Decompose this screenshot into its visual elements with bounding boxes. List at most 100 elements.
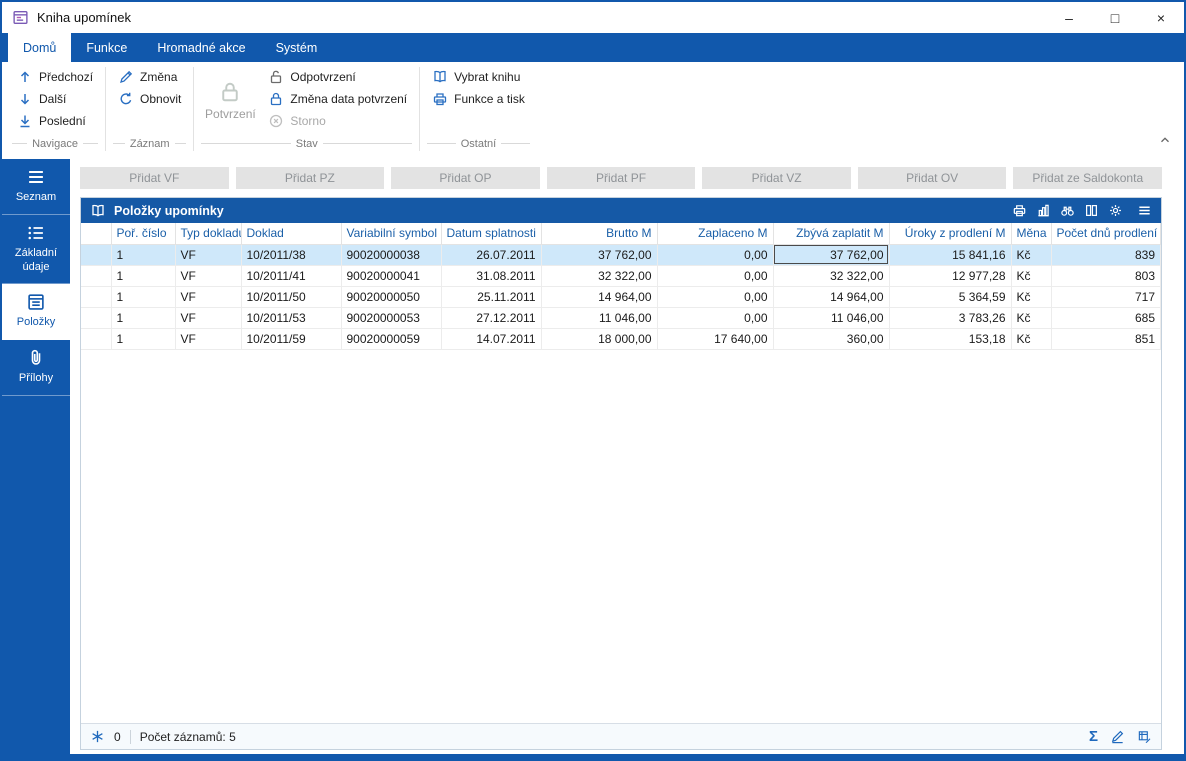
table-cell[interactable]: 18 000,00 [541, 328, 658, 350]
table-row[interactable]: 1 VF 10/2011/53 90020000053 27.12.2011 11 046… [81, 307, 1161, 329]
binoculars-icon[interactable] [1060, 203, 1075, 218]
table-cell[interactable]: 90020000041 [341, 265, 442, 287]
row-selector[interactable] [81, 286, 112, 308]
add-button[interactable]: Přidat OV [857, 167, 1007, 189]
add-button[interactable]: Přidat OP [391, 167, 540, 189]
tab-hromadne-akce[interactable]: Hromadné akce [142, 33, 260, 62]
table-cell[interactable]: 10/2011/41 [241, 265, 342, 287]
table-cell[interactable]: 25.11.2011 [441, 286, 542, 308]
table-cell[interactable]: 32 322,00 [773, 265, 890, 287]
table-cell[interactable]: Kč [1011, 307, 1052, 329]
table-cell[interactable]: 0,00 [657, 244, 774, 266]
table-cell[interactable]: 153,18 [889, 328, 1012, 350]
table-cell[interactable]: VF [175, 286, 242, 308]
table-cell[interactable]: VF [175, 328, 242, 350]
change-confirm-date-button[interactable]: Změna data potvrzení [261, 88, 414, 110]
row-selector[interactable] [81, 244, 112, 266]
row-selector[interactable] [81, 328, 112, 350]
column-header[interactable]: Variabilní symbol [341, 223, 442, 245]
column-header[interactable]: Měna [1011, 223, 1052, 245]
settings-icon[interactable] [1108, 203, 1123, 218]
table-cell[interactable]: 10/2011/59 [241, 328, 342, 350]
table-cell[interactable]: 0,00 [657, 265, 774, 287]
table-cell[interactable]: 0,00 [657, 307, 774, 329]
sidebar-item-polozky[interactable]: Položky [2, 284, 70, 340]
table-row[interactable]: 1 VF 10/2011/59 90020000059 14.07.2011 18 000… [81, 328, 1161, 350]
column-header[interactable]: Zbývá zaplatit M [773, 223, 890, 245]
table-cell[interactable]: 5 364,59 [889, 286, 1012, 308]
add-button[interactable]: Přidat PF [546, 167, 696, 189]
column-header[interactable]: Brutto M [541, 223, 658, 245]
last-button[interactable]: Poslední [10, 110, 100, 132]
table-cell[interactable]: 1 [111, 286, 176, 308]
add-button[interactable]: Přidat ze Saldokonta [1013, 167, 1163, 189]
column-header[interactable]: Doklad [241, 223, 342, 245]
confirm-button[interactable]: Potvrzení [199, 66, 261, 135]
add-button[interactable]: Přidat VF [80, 167, 229, 189]
table-cell[interactable]: 32 322,00 [541, 265, 658, 287]
table-cell[interactable]: 10/2011/53 [241, 307, 342, 329]
table-cell[interactable]: Kč [1011, 244, 1052, 266]
maximize-button[interactable]: □ [1092, 2, 1138, 33]
column-header[interactable]: Datum splatnosti [441, 223, 542, 245]
refresh-button[interactable]: Obnovit [111, 88, 188, 110]
table-cell[interactable]: 10/2011/38 [241, 244, 342, 266]
table-cell[interactable]: 14.07.2011 [441, 328, 542, 350]
chart-icon[interactable] [1036, 203, 1051, 218]
table-cell[interactable]: 90020000038 [341, 244, 442, 266]
next-button[interactable]: Další [10, 88, 100, 110]
table-cell[interactable]: 17 640,00 [657, 328, 774, 350]
table-cell[interactable]: 1 [111, 328, 176, 350]
tab-domu[interactable]: Domů [8, 33, 72, 62]
grid-menu-icon[interactable] [1137, 203, 1152, 218]
table-cell[interactable]: 90020000050 [341, 286, 442, 308]
table-cell[interactable]: 11 046,00 [773, 307, 890, 329]
table-cell[interactable]: 11 046,00 [541, 307, 658, 329]
table-cell[interactable]: 360,00 [773, 328, 890, 350]
table-cell[interactable]: 27.12.2011 [441, 307, 542, 329]
column-header[interactable]: Poř. číslo [111, 223, 176, 245]
column-header[interactable]: Počet dnů prodlení [1051, 223, 1161, 245]
table-cell[interactable]: 37 762,00 [773, 244, 890, 266]
close-button[interactable]: × [1138, 2, 1184, 33]
unconfirm-button[interactable]: Odpotvrzení [261, 66, 414, 88]
table-row[interactable]: 1 VF 10/2011/41 90020000041 31.08.2011 32 322… [81, 265, 1161, 287]
column-header[interactable]: Zaplaceno M [657, 223, 774, 245]
tab-funkce[interactable]: Funkce [71, 33, 142, 62]
grid-settings-icon[interactable] [1137, 729, 1152, 744]
row-selector[interactable] [81, 265, 112, 287]
column-header[interactable]: Typ dokladu [175, 223, 242, 245]
print-functions-button[interactable]: Funkce a tisk [425, 88, 532, 110]
table-cell[interactable]: 685 [1051, 307, 1161, 329]
table-cell[interactable]: VF [175, 244, 242, 266]
table-cell[interactable]: 1 [111, 265, 176, 287]
column-header[interactable]: Úroky z prodlení M [889, 223, 1012, 245]
print-icon[interactable] [1012, 203, 1027, 218]
sidebar-item-prilohy[interactable]: Přílohy [2, 340, 70, 396]
table-cell[interactable]: Kč [1011, 328, 1052, 350]
table-cell[interactable]: VF [175, 307, 242, 329]
sidebar-item-seznam[interactable]: Seznam [2, 159, 70, 215]
table-cell[interactable]: 1 [111, 307, 176, 329]
asterisk-icon[interactable] [90, 729, 105, 744]
table-cell[interactable]: Kč [1011, 265, 1052, 287]
table-cell[interactable]: 14 964,00 [773, 286, 890, 308]
collapse-ribbon-button[interactable] [1158, 133, 1172, 147]
sum-icon[interactable]: Σ [1089, 729, 1098, 744]
minimize-button[interactable]: – [1046, 2, 1092, 33]
table-cell[interactable]: 14 964,00 [541, 286, 658, 308]
previous-button[interactable]: Předchozí [10, 66, 100, 88]
table-cell[interactable]: VF [175, 265, 242, 287]
table-cell[interactable]: 717 [1051, 286, 1161, 308]
cancel-button[interactable]: Storno [261, 110, 414, 132]
table-cell[interactable]: 26.07.2011 [441, 244, 542, 266]
edit-icon[interactable] [1110, 729, 1125, 744]
table-cell[interactable]: 3 783,26 [889, 307, 1012, 329]
table-cell[interactable]: Kč [1011, 286, 1052, 308]
table-row[interactable]: 1 VF 10/2011/38 90020000038 26.07.2011 37 762… [81, 244, 1161, 266]
table-cell[interactable]: 10/2011/50 [241, 286, 342, 308]
columns-icon[interactable] [1084, 203, 1099, 218]
table-cell[interactable]: 851 [1051, 328, 1161, 350]
table-row[interactable]: 1 VF 10/2011/50 90020000050 25.11.2011 14 964… [81, 286, 1161, 308]
add-button[interactable]: Přidat PZ [235, 167, 385, 189]
